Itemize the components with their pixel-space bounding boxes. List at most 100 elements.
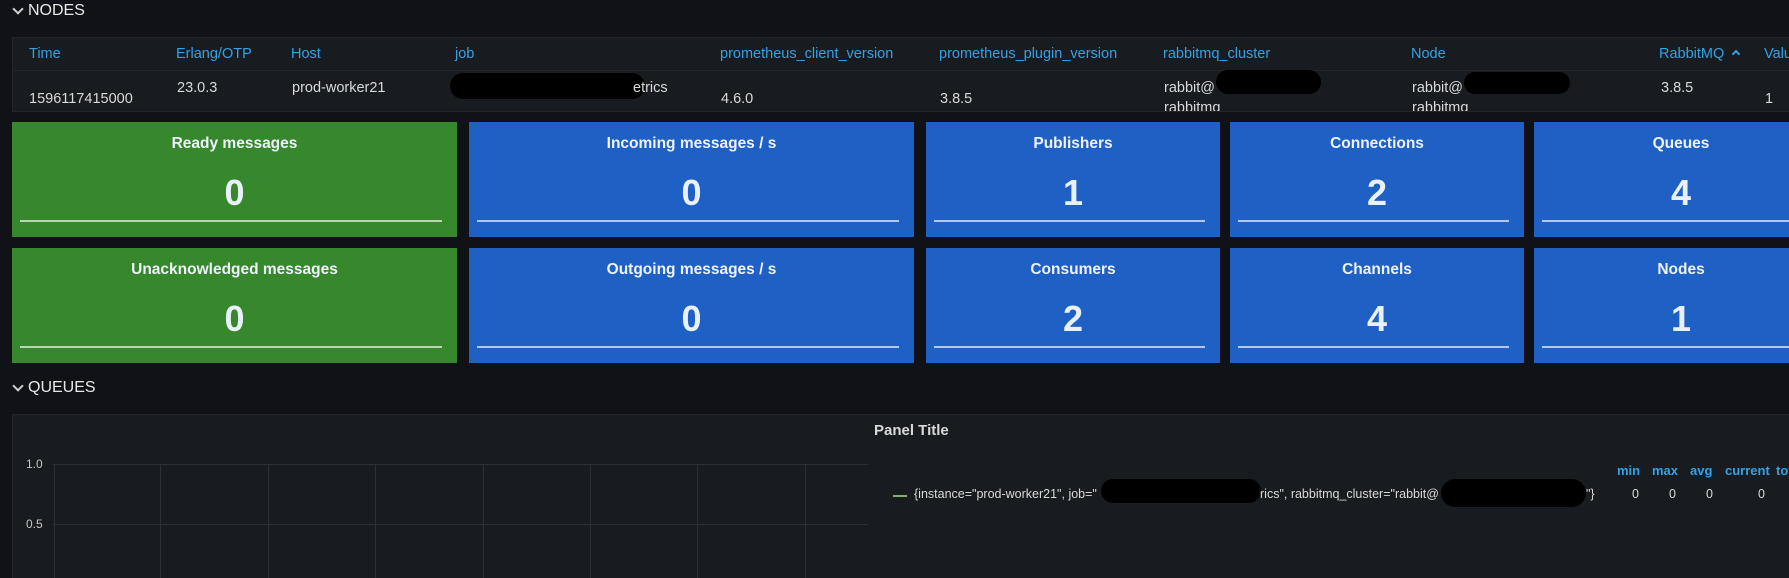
row-header-nodes[interactable]: NODES [12,2,85,20]
stat-panel-connections[interactable]: Connections 2 [1230,122,1524,237]
stat-title: Outgoing messages / s [606,261,777,278]
cell-prometheus-client-version: 4.6.0 [721,91,754,107]
y-axis-tick: 0.5 [26,517,43,531]
row-header-queues[interactable]: QUEUES [12,379,96,397]
cell-node-overflow: rabbitmq [1412,100,1469,112]
stat-value: 0 [224,298,245,339]
legend-series-label-part2[interactable]: rics", rabbitmq_cluster="rabbit@ [1260,487,1439,501]
stat-title: Connections [1330,135,1424,152]
row-title-nodes: NODES [28,2,85,19]
cell-erlang-otp: 23.0.3 [177,80,218,96]
redaction-mask [1464,72,1570,94]
cell-job: etrics [633,80,668,96]
legend-header-min[interactable]: min [1617,463,1640,478]
sparkline [20,220,442,222]
legend-series-label-part1[interactable]: {instance="prod-worker21", job=" [914,487,1097,501]
queues-graph-panel: Panel Title 1.0 0.5 min max avg current … [12,414,1789,578]
grid-line [53,464,868,465]
stat-panel-ready-messages[interactable]: Ready messages 0 [12,122,457,237]
stat-panel-channels[interactable]: Channels 4 [1230,248,1524,363]
legend-value-current: 0 [1758,487,1765,501]
column-header-job[interactable]: job [455,46,474,62]
cell-rabbitmq-cluster: rabbit@ [1164,80,1215,96]
sparkline [477,220,899,222]
grid-line [54,464,55,578]
stat-value: 0 [681,298,702,339]
column-header-erlang-otp[interactable]: Erlang/OTP [176,46,252,62]
stat-title: Queues [1652,135,1710,152]
stat-panel-unacknowledged-messages[interactable]: Unacknowledged messages 0 [12,248,457,363]
grid-line [268,464,269,578]
stat-value: 0 [681,172,702,213]
grid-line [483,464,484,578]
sparkline [477,346,899,348]
grid-line [590,464,591,578]
legend-value-min: 0 [1632,487,1639,501]
panel-title[interactable]: Panel Title [874,422,949,439]
column-header-value[interactable]: Valu [1764,46,1789,62]
redaction-mask [1101,479,1261,503]
stat-value: 1 [1062,172,1084,213]
chevron-down-icon [12,2,24,15]
column-header-node[interactable]: Node [1411,46,1446,62]
stat-title: Incoming messages / s [606,135,777,152]
stat-value: 1 [1670,298,1692,339]
sparkline [1238,220,1509,222]
stat-panel-incoming-messages[interactable]: Incoming messages / s 0 [469,122,914,237]
cell-rabbitmq-cluster-overflow: rabbitmq [1164,100,1221,112]
cell-rabbitmq: 3.8.5 [1661,80,1694,96]
sparkline [1542,220,1789,222]
sparkline [934,220,1205,222]
y-axis-tick: 1.0 [26,457,43,471]
column-header-prometheus-client-version[interactable]: prometheus_client_version [720,46,893,62]
grid-line [805,464,806,578]
stat-title: Publishers [1033,135,1113,152]
cell-host: prod-worker21 [292,80,386,96]
legend-value-avg: 0 [1706,487,1713,501]
column-header-host[interactable]: Host [291,46,321,62]
column-header-rabbitmq-cluster[interactable]: rabbitmq_cluster [1163,46,1270,62]
column-header-prometheus-plugin-version[interactable]: prometheus_plugin_version [939,46,1117,62]
sparkline [20,346,442,348]
stat-title: Ready messages [171,135,298,152]
sparkline [934,346,1205,348]
stat-panel-nodes[interactable]: Nodes 1 [1534,248,1789,363]
nodes-table-panel: Time Erlang/OTP Host job prometheus_clie… [12,37,1789,112]
legend-header-max[interactable]: max [1652,463,1678,478]
stat-panel-queues[interactable]: Queues 4 [1534,122,1789,237]
table-header-divider [13,70,1789,71]
column-header-rabbitmq[interactable]: RabbitMQ [1659,46,1741,62]
cell-time: 1596117415000 [29,91,133,107]
stat-panel-consumers[interactable]: Consumers 2 [926,248,1220,363]
legend-value-max: 0 [1669,487,1676,501]
stat-value: 2 [1062,298,1084,339]
redaction-mask [450,73,645,99]
sparkline [1238,346,1509,348]
redaction-mask [1441,479,1586,507]
row-title-queues: QUEUES [28,379,96,396]
stat-panel-publishers[interactable]: Publishers 1 [926,122,1220,237]
legend-header-avg[interactable]: avg [1690,463,1712,478]
stat-title: Nodes [1657,261,1705,278]
sparkline [1542,346,1789,348]
legend-series-color[interactable] [893,495,907,497]
legend-series-label-part3[interactable]: "} [1586,487,1595,501]
cell-prometheus-plugin-version: 3.8.5 [940,91,973,107]
grid-line [160,464,161,578]
column-header-time[interactable]: Time [29,46,61,62]
stat-value: 4 [1670,172,1692,213]
stat-value: 0 [224,172,245,213]
grid-line [53,524,868,525]
stat-value: 2 [1366,172,1388,213]
stat-title: Unacknowledged messages [131,261,338,278]
legend-header-total[interactable]: tot [1776,463,1789,478]
cell-value: 1 [1765,91,1774,107]
cell-node: rabbit@ [1412,80,1463,96]
sort-ascending-icon [1732,49,1741,59]
stat-title: Consumers [1030,261,1116,278]
stat-panel-outgoing-messages[interactable]: Outgoing messages / s 0 [469,248,914,363]
grid-line [375,464,376,578]
legend-header-current[interactable]: current [1725,463,1770,478]
redaction-mask [1216,70,1321,94]
chevron-down-icon [12,379,24,392]
